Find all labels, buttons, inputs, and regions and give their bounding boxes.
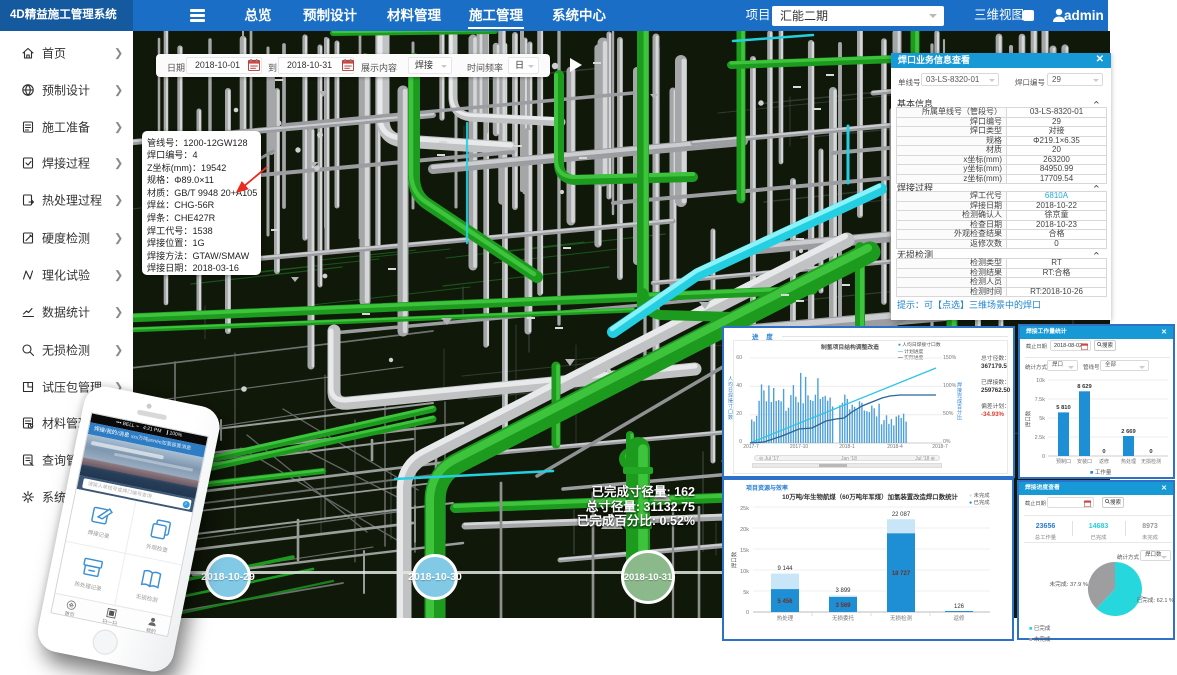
svg-text:10k: 10k (740, 569, 749, 575)
svg-text:无损检测: 无损检测 (890, 614, 913, 622)
svg-text:25k: 25k (740, 506, 749, 512)
svg-text:3 899: 3 899 (835, 588, 851, 594)
svg-text:无损检测: 无损检测 (1141, 458, 1161, 464)
svg-text:7.5k: 7.5k (1035, 397, 1046, 403)
svg-text:3 569: 3 569 (835, 603, 851, 609)
svg-text:安装口: 安装口 (1077, 458, 1092, 464)
svg-text:热处理: 热处理 (777, 614, 794, 622)
svg-text:15k: 15k (740, 548, 749, 554)
svg-text:5 810: 5 810 (1056, 405, 1071, 411)
svg-text:10k: 10k (1036, 378, 1045, 384)
svg-text:未完成: 37.9 %: 未完成: 37.9 % (1049, 580, 1088, 588)
svg-text:热处理: 热处理 (1121, 458, 1136, 464)
svg-text:5k: 5k (1039, 416, 1045, 422)
svg-text:0: 0 (1149, 449, 1152, 455)
svg-text:无损委托: 无损委托 (832, 614, 855, 622)
svg-text:20k: 20k (740, 527, 749, 533)
svg-text:0: 0 (746, 610, 749, 616)
svg-text:2 669: 2 669 (1121, 429, 1136, 435)
svg-text:已完成: 62.1 %: 已完成: 62.1 % (1137, 596, 1174, 604)
svg-text:5k: 5k (743, 590, 749, 596)
svg-text:返修: 返修 (953, 614, 965, 622)
svg-text:0: 0 (1042, 454, 1045, 460)
svg-text:0: 0 (1102, 449, 1105, 455)
svg-text:22 087: 22 087 (892, 512, 911, 518)
svg-text:9 144: 9 144 (777, 566, 793, 572)
svg-text:8 629: 8 629 (1077, 384, 1092, 390)
svg-text:18 727: 18 727 (892, 571, 911, 577)
svg-text:焊口数: 焊口数 (1024, 410, 1032, 427)
svg-text:焊口数: 焊口数 (730, 551, 738, 568)
svg-text:5 456: 5 456 (777, 599, 793, 605)
svg-text:返修: 返修 (1099, 458, 1109, 464)
svg-text:126: 126 (954, 604, 965, 610)
svg-text:2.5k: 2.5k (1035, 435, 1046, 441)
svg-text:预制口: 预制口 (1056, 458, 1071, 464)
